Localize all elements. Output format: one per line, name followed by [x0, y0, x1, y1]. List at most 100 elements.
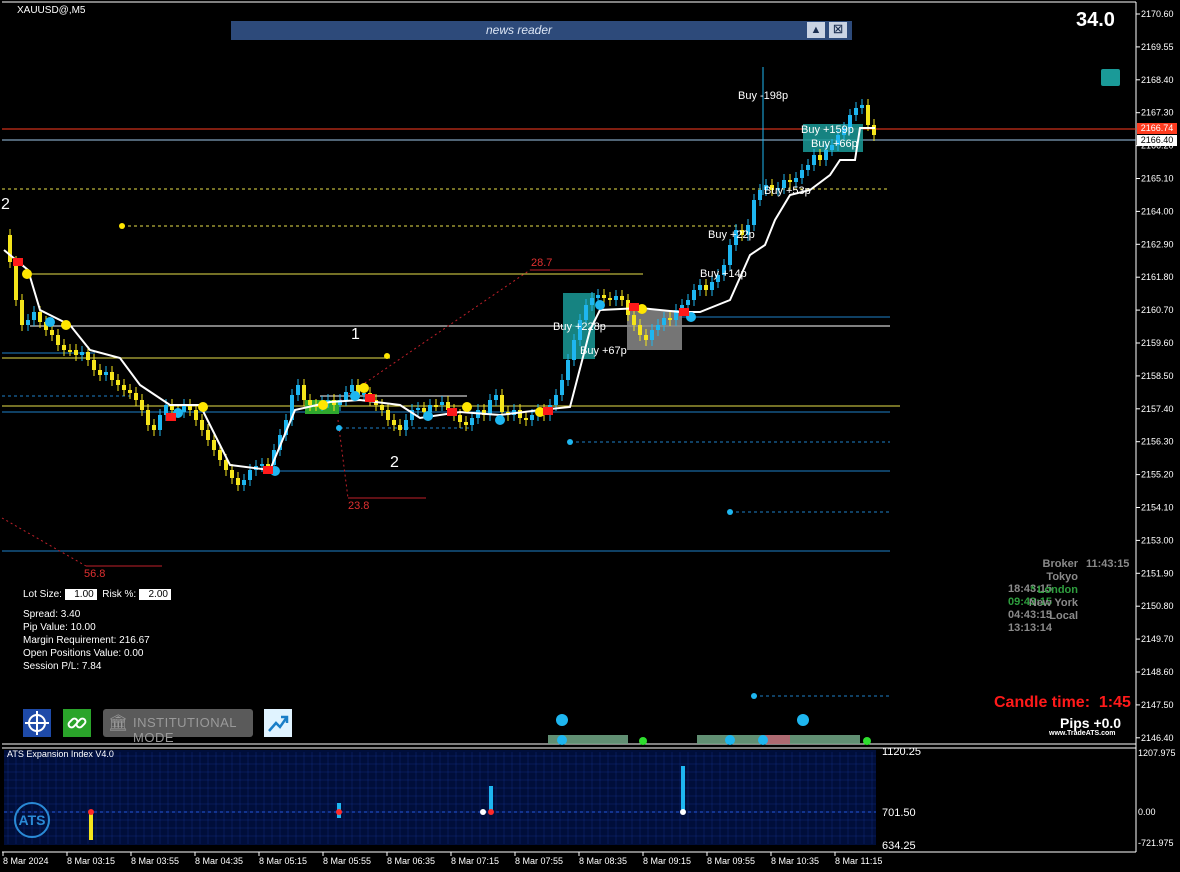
clock-row: Local13:13:14 [1000, 610, 1130, 634]
candle-body [794, 178, 798, 182]
candle-body [458, 415, 462, 422]
news-reader-bar[interactable]: news reader ▲ ☒ [231, 21, 852, 40]
spread-text: Spread: 3.40 [23, 609, 81, 620]
candle-body [350, 385, 354, 392]
candle-body [524, 418, 528, 420]
candle-body [728, 245, 732, 265]
chain-link-icon[interactable] [63, 709, 91, 737]
clock-time: 13:13:14 [1008, 622, 1053, 634]
candle-body [140, 400, 144, 410]
triangle-up-icon[interactable]: ▲ [807, 22, 825, 38]
candle-body [344, 392, 348, 400]
lot-size-input[interactable]: 1.00 [64, 589, 97, 600]
price-tick-label: 2149.70 [1141, 634, 1174, 644]
candle-body [668, 318, 672, 320]
candle-body [644, 335, 648, 340]
fib-label-low: 56.8 [84, 568, 106, 580]
price-tick-label: 2169.55 [1141, 42, 1174, 52]
risk-input[interactable]: 2.00 [138, 589, 171, 600]
trade-label: Buy -198p [738, 90, 789, 102]
candle-body [404, 420, 408, 430]
candle-body [560, 380, 564, 395]
candle-body [134, 393, 138, 400]
current-price-white-tag: 2166.40 [1137, 135, 1177, 146]
price-tick-label: 2160.70 [1141, 305, 1174, 315]
candle-body [194, 410, 198, 420]
candle-body [242, 480, 246, 485]
candle-time-label: Candle time: [994, 694, 1091, 711]
price-tick-label: 2164.00 [1141, 206, 1174, 216]
corner-value: 34.0 [1076, 9, 1115, 31]
signal-dot [45, 317, 55, 327]
candle-body [62, 345, 66, 350]
fib-label-mid: 23.8 [348, 500, 370, 512]
trade-label: Buy +228p [553, 321, 606, 333]
price-tick-label: 2165.10 [1141, 174, 1174, 184]
signal-marker [447, 408, 457, 416]
account-info: Spread: 3.40 Pip Value: 10.00 Margin Req… [23, 608, 150, 673]
signal-dot [61, 320, 71, 330]
signal-dot [567, 439, 573, 445]
signal-marker [629, 303, 639, 311]
signal-marker [263, 466, 273, 474]
lot-size-row: Lot Size: 1.00 Risk %: 2.00 [23, 589, 171, 600]
crosshair-target-icon[interactable] [23, 709, 51, 737]
candle-body [146, 410, 150, 425]
price-tick-label: 2162.90 [1141, 239, 1174, 249]
candle-body [56, 335, 60, 345]
open-positions-text: Open Positions Value: 0.00 [23, 648, 144, 659]
signal-dot [22, 269, 32, 279]
candle-body [572, 340, 576, 360]
candle-body [470, 418, 474, 425]
signal-dot [359, 383, 369, 393]
candle-body [518, 410, 522, 418]
chart-arrow-icon[interactable] [264, 709, 292, 737]
clock-name: Local [1049, 610, 1078, 622]
signal-marker [13, 258, 23, 266]
fib-label-top: 28.7 [531, 257, 553, 269]
signal-marker [365, 394, 375, 402]
pip-value-text: Pip Value: 10.00 [23, 622, 96, 633]
candle-body [818, 155, 822, 160]
candle-body [92, 360, 96, 370]
price-tick-label: 2168.40 [1141, 75, 1174, 85]
candle-body [266, 464, 270, 466]
wave-label-2: 2 [390, 454, 399, 471]
candle-body [866, 105, 870, 125]
candle-body [656, 325, 660, 330]
candle-body [800, 170, 804, 178]
signal-marker [679, 308, 689, 316]
trade-label: Buy +22p [708, 229, 755, 241]
time-tick-label: 8 Mar 03:15 [67, 856, 115, 866]
candle-body [296, 385, 300, 395]
candle-body [38, 312, 42, 322]
signal-dot [318, 400, 328, 410]
time-tick-label: 8 Mar 09:55 [707, 856, 755, 866]
candle-body [32, 312, 36, 320]
institutional-mode-button[interactable]: 🏛 INSTITUTIONAL MODE [103, 709, 253, 745]
signal-dot [595, 300, 605, 310]
trade-label: Buy +159p [801, 124, 854, 136]
candle-body [50, 330, 54, 335]
signal-dot [119, 223, 125, 229]
pips-readout: Pips +0.0 [1060, 715, 1122, 731]
brand-url: www.TradeATS.com [1049, 730, 1116, 737]
candle-body [308, 400, 312, 405]
trade-label: Buy +53p [764, 185, 811, 197]
candle-body [128, 390, 132, 393]
close-box-icon[interactable]: ☒ [829, 22, 847, 38]
candle-body [428, 405, 432, 412]
candle-body [206, 430, 210, 440]
time-tick-label: 8 Mar 05:55 [323, 856, 371, 866]
margin-text: Margin Requirement: 216.67 [23, 635, 150, 646]
time-tick-label: 8 Mar 08:35 [579, 856, 627, 866]
price-tick-label: 2150.80 [1141, 601, 1174, 611]
candle-body [650, 330, 654, 340]
candle-body [638, 325, 642, 335]
time-tick-label: 8 Mar 07:15 [451, 856, 499, 866]
candle-body [8, 235, 12, 262]
time-tick-label: 8 Mar 06:35 [387, 856, 435, 866]
price-tick-label: 2147.50 [1141, 700, 1174, 710]
candle-body [386, 410, 390, 420]
candle-body [110, 372, 114, 380]
